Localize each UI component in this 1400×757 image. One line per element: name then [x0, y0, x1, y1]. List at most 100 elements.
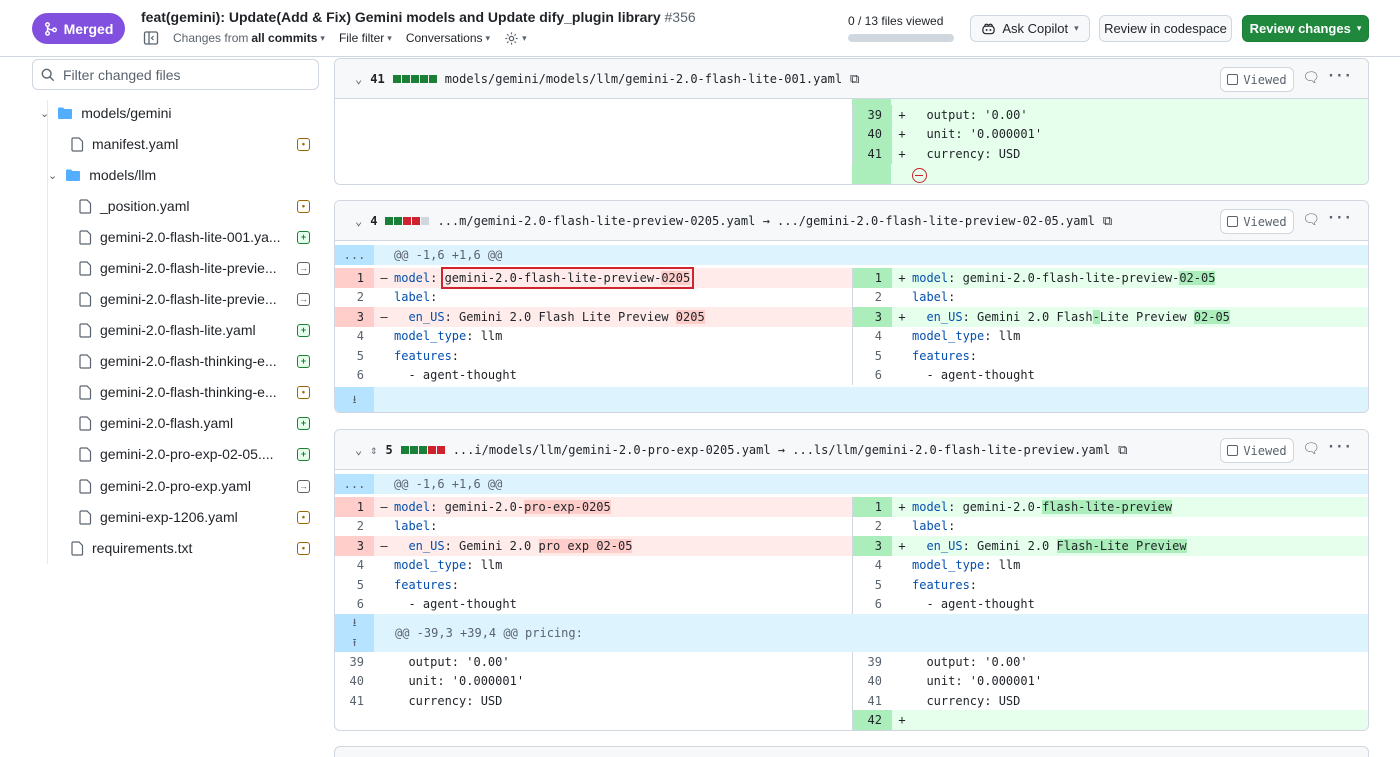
toggle-sidebar-icon[interactable] [143, 30, 159, 46]
file-filter-dropdown[interactable]: File filter ▾ [339, 31, 392, 45]
tree-file-manifest[interactable]: manifest.yaml [71, 131, 178, 157]
comment-icon[interactable]: 🗨 [1302, 70, 1320, 86]
tree-file-flash[interactable]: gemini-2.0-flash.yaml [79, 410, 233, 436]
file-icon [79, 446, 92, 462]
changes-from-dropdown[interactable]: Changes from all commits ▾ [173, 31, 325, 45]
review-changes-label: Review changes [1249, 21, 1351, 36]
expand-up-icon[interactable]: ... [335, 474, 374, 494]
comment-icon[interactable]: 🗨 [1302, 441, 1320, 457]
viewed-checkbox[interactable]: Viewed [1220, 438, 1294, 463]
added-status-icon: + [297, 231, 310, 244]
expand-both-icon[interactable]: ⭳ ⭱ [335, 614, 374, 652]
tree-folder-models-llm[interactable]: ⌄ models/llm [48, 162, 156, 188]
copilot-icon [982, 23, 996, 34]
copy-icon[interactable]: ⧉ [1118, 443, 1127, 458]
no-newline-icon [912, 168, 927, 183]
hunk-header: ⭳ ⭱ @@ -39,3 +39,4 @@ pricing: [335, 614, 1368, 652]
tree-label: gemini-2.0-flash-lite.yaml [100, 322, 256, 338]
diff-file-flash-lite-001: ⌄ 41 models/gemini/models/llm/gemini-2.0… [334, 58, 1369, 185]
tree-file-pro-exp[interactable]: gemini-2.0-pro-exp.yaml [79, 473, 251, 499]
hunk-header: ... @@ -1,6 +1,6 @@ [335, 474, 1368, 494]
expand-down-icon[interactable]: ⭳ [335, 387, 374, 412]
review-changes-button[interactable]: Review changes ▾ [1242, 15, 1369, 42]
diffstat-blocks [385, 217, 430, 225]
review-codespace-label: Review in codespace [1104, 21, 1227, 36]
chevron-down-icon: ▾ [320, 32, 325, 43]
merge-icon [44, 21, 57, 36]
diff-count: 41 [370, 72, 385, 86]
diff-line: 6 - agent-thought 6 - agent-thought [335, 365, 1368, 385]
diff-file-flash-lite-preview: ⌄ 4 ...m/gemini-2.0-flash-lite-preview-0… [334, 200, 1369, 413]
review-in-codespace-button[interactable]: Review in codespace [1099, 15, 1232, 42]
filter-changed-files-input[interactable]: Filter changed files [32, 59, 319, 90]
files-viewed-bar [848, 34, 954, 42]
file-icon [79, 322, 92, 338]
tree-folder-models-gemini[interactable]: ⌄ models/gemini [40, 100, 171, 126]
diff-file-path[interactable]: ...m/gemini-2.0-flash-lite-preview-0205.… [437, 214, 1094, 228]
diff-file-path[interactable]: models/gemini/models/llm/gemini-2.0-flas… [445, 72, 842, 86]
files-viewed-progress: 0 / 13 files viewed [848, 14, 954, 42]
tree-label: gemini-2.0-flash.yaml [100, 415, 234, 431]
diff-line: 2 label: 2 label: [335, 516, 1368, 536]
tree-file-flash-lite-preview-2[interactable]: gemini-2.0-flash-lite-previe... [79, 286, 277, 312]
files-viewed-text: 0 / 13 files viewed [848, 14, 944, 28]
conversations-dropdown[interactable]: Conversations ▾ [406, 31, 490, 45]
pr-title: feat(gemini): Update(Add & Fix) Gemini m… [141, 9, 696, 25]
tree-label: _position.yaml [100, 198, 190, 214]
diff-line: 4 model_type: llm 4 model_type: llm [335, 555, 1368, 575]
kebab-menu-icon[interactable]: ··· [1327, 439, 1352, 455]
tree-file-flash-lite-001[interactable]: gemini-2.0-flash-lite-001.ya... [79, 224, 281, 250]
search-icon [41, 68, 55, 81]
file-icon [79, 291, 92, 307]
changes-from-value: all commits [251, 31, 318, 45]
ask-copilot-button[interactable]: Ask Copilot ▾ [970, 15, 1090, 42]
highlight-box: gemini-2.0-flash-lite-preview-0205 [440, 267, 695, 289]
tree-file-flash-lite-preview-1[interactable]: gemini-2.0-flash-lite-previe... [79, 255, 277, 281]
kebab-menu-icon[interactable]: ··· [1327, 210, 1352, 226]
tree-file-flash-thinking-1[interactable]: gemini-2.0-flash-thinking-e... [79, 348, 277, 374]
modified-status-icon: • [297, 511, 310, 524]
tree-label: gemini-2.0-flash-lite-001.ya... [100, 229, 281, 245]
file-icon [79, 198, 92, 214]
file-icon [71, 540, 84, 556]
tree-label: gemini-exp-1206.yaml [100, 509, 238, 525]
pr-header: Merged feat(gemini): Update(Add & Fix) G… [0, 0, 1400, 57]
diff-header: ⌄ 41 models/gemini/models/llm/gemini-2.0… [335, 59, 1368, 99]
expand-up-icon[interactable]: ... [335, 245, 374, 265]
next-diff-header [334, 746, 1369, 757]
diff-line: 4 model_type: llm 4 model_type: llm [335, 326, 1368, 346]
renamed-status-icon: → [297, 293, 310, 306]
tree-file-flash-thinking-2[interactable]: gemini-2.0-flash-thinking-e... [79, 379, 277, 405]
diff-header: ⌄ 4 ...m/gemini-2.0-flash-lite-preview-0… [335, 201, 1368, 241]
diff-file-path[interactable]: ...i/models/llm/gemini-2.0-pro-exp-0205.… [453, 443, 1110, 457]
viewed-label: Viewed [1243, 214, 1287, 229]
tree-file-position[interactable]: _position.yaml [79, 193, 190, 219]
copy-icon[interactable]: ⧉ [1103, 214, 1112, 229]
filter-placeholder: Filter changed files [63, 66, 181, 83]
chevron-down-icon[interactable]: ⌄ [355, 72, 362, 86]
comment-icon[interactable]: 🗨 [1302, 212, 1320, 228]
file-icon [79, 353, 92, 369]
hunk-header: ... @@ -1,6 +1,6 @@ [335, 245, 1368, 265]
renamed-status-icon: → [297, 480, 310, 493]
settings-dropdown[interactable]: ▾ [504, 31, 527, 46]
chevron-down-icon[interactable]: ⌄ [355, 214, 362, 228]
chevron-down-icon[interactable]: ⌄ [355, 443, 362, 457]
chevron-down-icon: ▾ [1074, 23, 1079, 33]
tree-file-flash-lite[interactable]: gemini-2.0-flash-lite.yaml [79, 317, 256, 343]
tree-file-exp-1206[interactable]: gemini-exp-1206.yaml [79, 504, 238, 530]
tree-file-pro-exp-02-05[interactable]: gemini-2.0-pro-exp-02-05.... [79, 441, 274, 467]
merged-status-badge: Merged [32, 13, 125, 44]
diff-line: 39 + output: '0.00' [335, 105, 1368, 125]
ask-copilot-label: Ask Copilot [1002, 21, 1069, 36]
diffstat-blocks [392, 75, 437, 83]
viewed-checkbox[interactable]: Viewed [1220, 67, 1294, 92]
modified-status-icon: • [297, 386, 310, 399]
kebab-menu-icon[interactable]: ··· [1327, 68, 1352, 84]
modified-status-icon: • [297, 542, 310, 555]
tree-file-requirements[interactable]: requirements.txt [71, 535, 192, 561]
expand-all-icon[interactable]: ⇕ [370, 443, 377, 457]
diff-line: 40 + unit: '0.000001' [335, 124, 1368, 144]
viewed-checkbox[interactable]: Viewed [1220, 209, 1294, 234]
copy-icon[interactable]: ⧉ [850, 72, 859, 87]
